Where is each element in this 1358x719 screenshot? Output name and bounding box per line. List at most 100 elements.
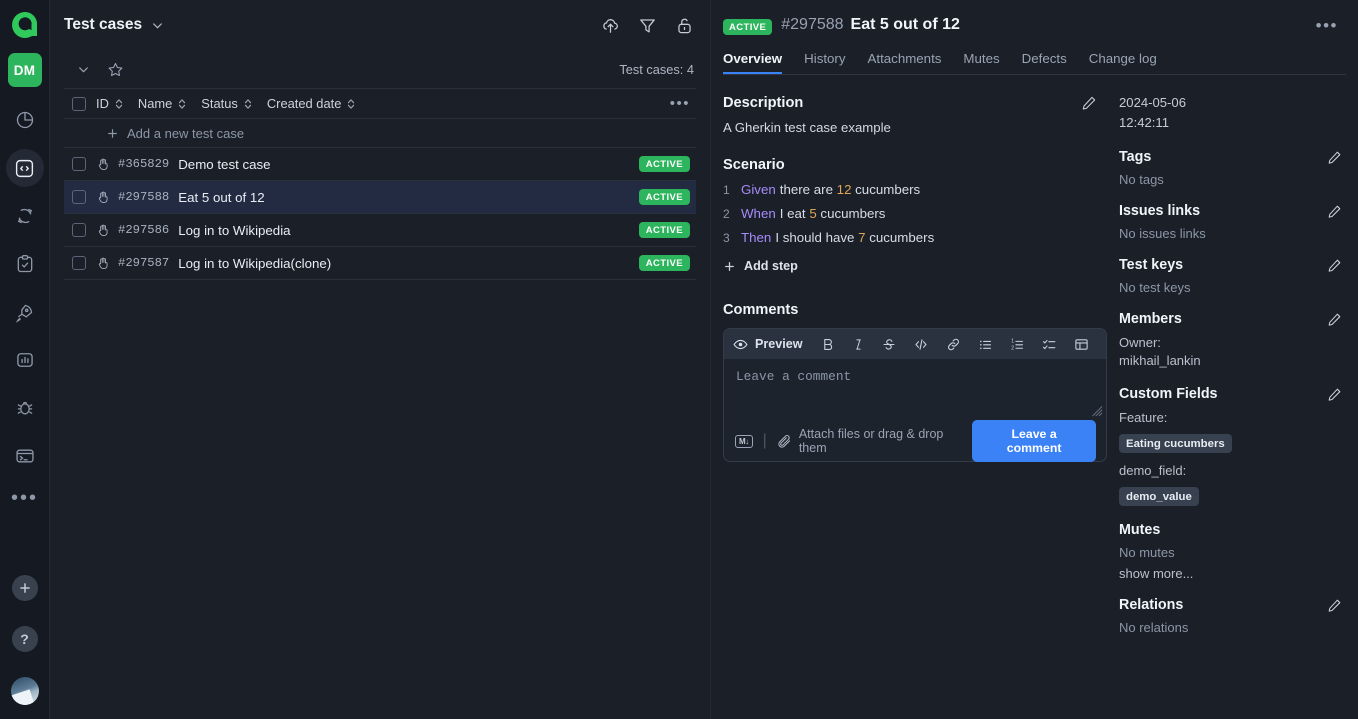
column-header-status[interactable]: Status bbox=[201, 96, 253, 111]
allure-logo-icon[interactable] bbox=[7, 7, 43, 43]
scenario-step[interactable]: 3 ThenI should have 7 cucumbers bbox=[723, 230, 1111, 245]
sidebar-item-defects[interactable] bbox=[6, 389, 44, 427]
tree-collapse-icon[interactable] bbox=[76, 62, 91, 77]
code-icon[interactable] bbox=[913, 337, 929, 352]
sidebar-item-console[interactable] bbox=[6, 437, 44, 475]
sort-icon bbox=[177, 98, 187, 110]
table-row[interactable]: #297587 Log in to Wikipedia(clone) ACTIV… bbox=[64, 247, 696, 280]
user-avatar[interactable] bbox=[11, 677, 39, 705]
sidebar-item-launches[interactable] bbox=[6, 293, 44, 331]
detail-menu-icon[interactable]: ••• bbox=[1316, 16, 1342, 36]
step-number-value: 7 bbox=[858, 230, 865, 245]
comment-editor: Preview bbox=[723, 328, 1107, 462]
custom-field-value-chip[interactable]: demo_value bbox=[1119, 487, 1199, 506]
show-more-link[interactable]: show more... bbox=[1119, 566, 1342, 581]
plus-icon bbox=[723, 260, 736, 273]
edit-members-icon[interactable] bbox=[1327, 312, 1342, 327]
comment-textarea[interactable]: Leave a comment bbox=[724, 359, 1106, 421]
edit-custom-fields-icon[interactable] bbox=[1327, 387, 1342, 402]
step-number: 2 bbox=[723, 207, 741, 221]
sidebar-item-test-plans[interactable] bbox=[6, 245, 44, 283]
meta-group-mutes: Mutes No mutes show more... bbox=[1119, 522, 1342, 581]
tab-attachments[interactable]: Attachments bbox=[868, 47, 942, 74]
step-number: 3 bbox=[723, 231, 741, 245]
star-icon[interactable] bbox=[107, 61, 124, 78]
add-step-button[interactable]: Add step bbox=[723, 259, 1111, 273]
meta-title: Custom Fields bbox=[1119, 386, 1218, 402]
filter-icon[interactable] bbox=[638, 16, 657, 35]
description-header: Description bbox=[723, 95, 1111, 111]
edit-tags-icon[interactable] bbox=[1327, 150, 1342, 165]
add-button[interactable] bbox=[12, 575, 38, 601]
preview-toggle[interactable]: Preview bbox=[733, 337, 803, 352]
row-name: Demo test case bbox=[178, 157, 270, 172]
scenario-step[interactable]: 2 WhenI eat 5 cucumbers bbox=[723, 206, 1111, 221]
project-initials-badge[interactable]: DM bbox=[8, 53, 42, 87]
row-checkbox[interactable] bbox=[72, 256, 86, 270]
tab-history[interactable]: History bbox=[804, 47, 845, 74]
edit-test-keys-icon[interactable] bbox=[1327, 258, 1342, 273]
checklist-icon[interactable] bbox=[1042, 337, 1057, 352]
meta-group-custom-fields: Custom Fields Feature: Eating cucumbers … bbox=[1119, 386, 1342, 506]
list-subheader: Test cases: 4 bbox=[50, 50, 710, 88]
row-checkbox[interactable] bbox=[72, 157, 86, 171]
scenario-step[interactable]: 1 Giventhere are 12 cucumbers bbox=[723, 182, 1111, 197]
add-step-label: Add step bbox=[744, 259, 798, 273]
select-all-checkbox[interactable] bbox=[72, 97, 86, 111]
meta-header: Test keys bbox=[1119, 257, 1342, 273]
resize-handle-icon[interactable] bbox=[1092, 406, 1103, 420]
tab-defects[interactable]: Defects bbox=[1022, 47, 1067, 74]
edit-issues-links-icon[interactable] bbox=[1327, 204, 1342, 219]
step-number-value: 12 bbox=[837, 182, 852, 197]
sidebar-more-icon[interactable]: ••• bbox=[11, 485, 38, 511]
sidebar-item-analytics[interactable] bbox=[6, 341, 44, 379]
table-row[interactable]: #297588 Eat 5 out of 12 ACTIVE bbox=[64, 181, 696, 214]
leave-comment-button[interactable]: Leave a comment bbox=[972, 420, 1096, 462]
tab-change-log[interactable]: Change log bbox=[1089, 47, 1157, 74]
chevron-down-icon[interactable] bbox=[150, 18, 165, 33]
meta-empty-text: No tags bbox=[1119, 172, 1342, 187]
left-nav-rail: DM bbox=[0, 0, 50, 719]
sidebar-item-test-cases[interactable] bbox=[6, 149, 44, 187]
add-new-test-case-row[interactable]: Add a new test case bbox=[64, 119, 696, 148]
step-number: 1 bbox=[723, 183, 741, 197]
italic-icon[interactable] bbox=[852, 337, 865, 352]
column-header-created-date[interactable]: Created date bbox=[267, 96, 357, 111]
custom-field-value-chip[interactable]: Eating cucumbers bbox=[1119, 434, 1232, 453]
table-row[interactable]: #365829 Demo test case ACTIVE bbox=[64, 148, 696, 181]
table-header-row: ID Name Status bbox=[64, 88, 696, 119]
meta-empty-text: No relations bbox=[1119, 620, 1342, 635]
unlock-icon[interactable] bbox=[675, 16, 694, 35]
column-header-id[interactable]: ID bbox=[96, 96, 124, 111]
sidebar-item-dashboard[interactable] bbox=[6, 101, 44, 139]
numbered-list-icon[interactable]: 1 2 bbox=[1010, 337, 1025, 352]
tab-overview[interactable]: Overview bbox=[723, 47, 782, 74]
bold-icon[interactable] bbox=[821, 337, 835, 352]
add-row-label: Add a new test case bbox=[127, 126, 244, 141]
attach-files-label[interactable]: Attach files or drag & drop them bbox=[799, 427, 972, 455]
strikethrough-icon[interactable] bbox=[882, 337, 896, 352]
paperclip-icon[interactable] bbox=[777, 434, 792, 449]
sidebar-item-test-runs[interactable] bbox=[6, 197, 44, 235]
table-options-icon[interactable]: ••• bbox=[670, 95, 690, 112]
refresh-sync-icon bbox=[15, 206, 35, 226]
tab-mutes[interactable]: Mutes bbox=[963, 47, 999, 74]
edit-relations-icon[interactable] bbox=[1327, 598, 1342, 613]
column-header-name[interactable]: Name bbox=[138, 96, 187, 111]
help-button[interactable]: ? bbox=[12, 626, 38, 652]
list-panel-header: Test cases bbox=[50, 0, 710, 50]
row-checkbox[interactable] bbox=[72, 223, 86, 237]
link-icon[interactable] bbox=[946, 337, 961, 352]
edit-description-icon[interactable] bbox=[1081, 95, 1097, 111]
row-id: #297586 bbox=[118, 223, 169, 237]
comment-placeholder: Leave a comment bbox=[736, 369, 1094, 384]
row-checkbox[interactable] bbox=[72, 190, 86, 204]
markdown-icon[interactable]: M↓ bbox=[735, 435, 753, 448]
bulleted-list-icon[interactable] bbox=[978, 337, 993, 352]
table-row[interactable]: #297586 Log in to Wikipedia ACTIVE bbox=[64, 214, 696, 247]
column-label: Created date bbox=[267, 96, 342, 111]
upload-icon[interactable] bbox=[601, 16, 620, 35]
table-icon[interactable] bbox=[1074, 337, 1089, 352]
svg-text:2: 2 bbox=[1011, 345, 1014, 351]
meta-title: Mutes bbox=[1119, 522, 1160, 538]
